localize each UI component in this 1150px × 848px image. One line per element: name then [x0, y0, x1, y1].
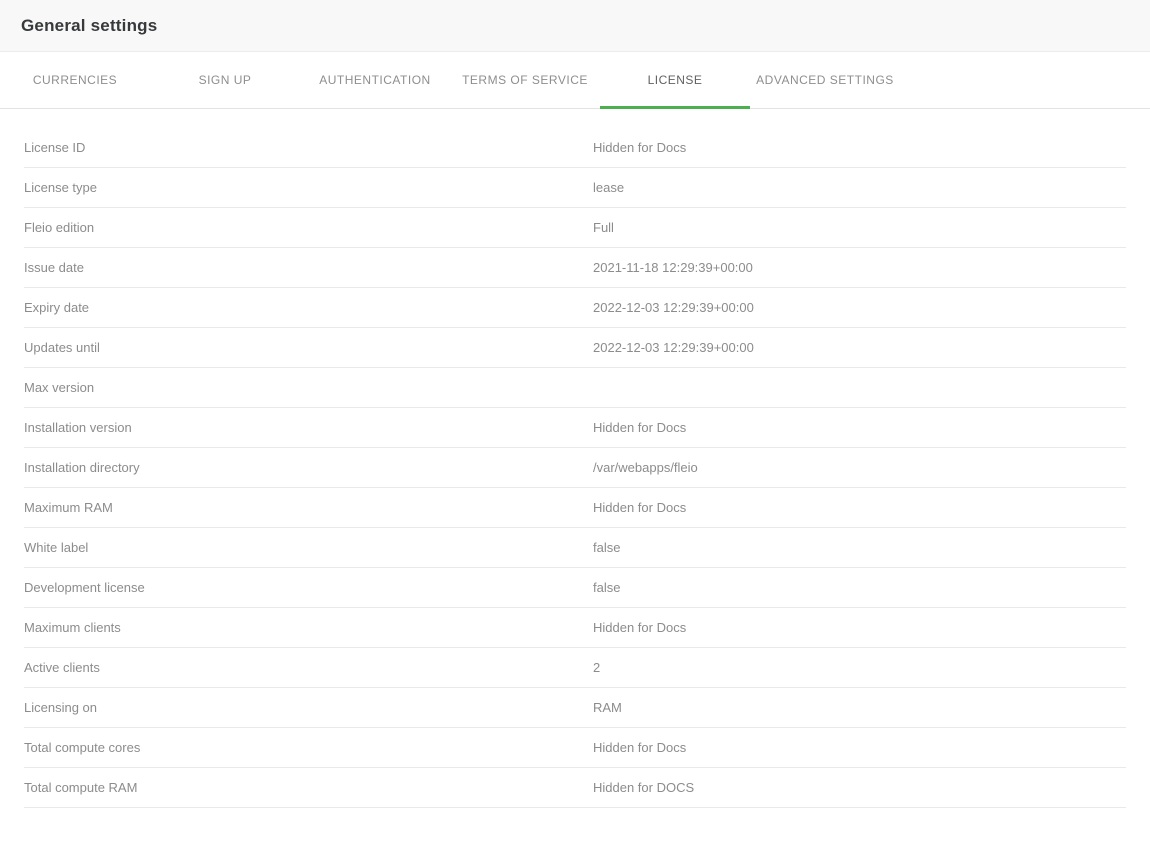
row-label: License ID — [24, 140, 593, 155]
row-label: White label — [24, 540, 593, 555]
row-label: Development license — [24, 580, 593, 595]
row-value: false — [593, 540, 1126, 555]
row-value: Full — [593, 220, 1126, 235]
row-value: /var/webapps/fleio — [593, 460, 1126, 475]
table-row-active-clients: Active clients 2 — [24, 648, 1126, 688]
tab-advanced-settings[interactable]: ADVANCED SETTINGS — [750, 52, 900, 108]
row-value: lease — [593, 180, 1126, 195]
row-value: false — [593, 580, 1126, 595]
row-label: License type — [24, 180, 593, 195]
table-row-licensing-on: Licensing on RAM — [24, 688, 1126, 728]
table-row-installation-version: Installation version Hidden for Docs — [24, 408, 1126, 448]
row-value: Hidden for Docs — [593, 620, 1126, 635]
table-row-total-compute-ram: Total compute RAM Hidden for DOCS — [24, 768, 1126, 808]
tab-sign-up[interactable]: SIGN UP — [150, 52, 300, 108]
row-value: 2 — [593, 660, 1126, 675]
tab-currencies[interactable]: CURRENCIES — [0, 52, 150, 108]
table-row-maximum-ram: Maximum RAM Hidden for Docs — [24, 488, 1126, 528]
tab-label: LICENSE — [648, 73, 703, 87]
row-label: Maximum RAM — [24, 500, 593, 515]
table-row-max-version: Max version — [24, 368, 1126, 408]
settings-tab-bar: CURRENCIES SIGN UP AUTHENTICATION TERMS … — [0, 52, 1150, 109]
row-label: Max version — [24, 380, 593, 395]
row-value: Hidden for Docs — [593, 140, 1126, 155]
row-value: 2022-12-03 12:29:39+00:00 — [593, 340, 1126, 355]
row-value: Hidden for Docs — [593, 500, 1126, 515]
table-row-issue-date: Issue date 2021-11-18 12:29:39+00:00 — [24, 248, 1126, 288]
row-value: Hidden for Docs — [593, 420, 1126, 435]
row-label: Total compute RAM — [24, 780, 593, 795]
tab-label: CURRENCIES — [33, 73, 117, 87]
row-label: Updates until — [24, 340, 593, 355]
table-row-total-compute-cores: Total compute cores Hidden for Docs — [24, 728, 1126, 768]
row-label: Installation directory — [24, 460, 593, 475]
license-info-table: License ID Hidden for Docs License type … — [24, 128, 1126, 808]
tab-terms-of-service[interactable]: TERMS OF SERVICE — [450, 52, 600, 108]
table-row-development-license: Development license false — [24, 568, 1126, 608]
row-label: Maximum clients — [24, 620, 593, 635]
table-row-license-type: License type lease — [24, 168, 1126, 208]
active-tab-indicator — [600, 106, 750, 109]
table-row-maximum-clients: Maximum clients Hidden for Docs — [24, 608, 1126, 648]
tab-authentication[interactable]: AUTHENTICATION — [300, 52, 450, 108]
row-label: Installation version — [24, 420, 593, 435]
table-row-installation-directory: Installation directory /var/webapps/flei… — [24, 448, 1126, 488]
table-row-fleio-edition: Fleio edition Full — [24, 208, 1126, 248]
row-label: Issue date — [24, 260, 593, 275]
row-label: Active clients — [24, 660, 593, 675]
row-label: Fleio edition — [24, 220, 593, 235]
tab-label: SIGN UP — [199, 73, 252, 87]
page-title: General settings — [21, 16, 157, 36]
tab-label: ADVANCED SETTINGS — [756, 73, 894, 87]
table-row-white-label: White label false — [24, 528, 1126, 568]
tab-label: AUTHENTICATION — [319, 73, 430, 87]
row-label: Licensing on — [24, 700, 593, 715]
table-row-updates-until: Updates until 2022-12-03 12:29:39+00:00 — [24, 328, 1126, 368]
tab-label: TERMS OF SERVICE — [462, 73, 588, 87]
row-value: Hidden for Docs — [593, 740, 1126, 755]
row-value: Hidden for DOCS — [593, 780, 1126, 795]
row-label: Total compute cores — [24, 740, 593, 755]
app-header: General settings — [0, 0, 1150, 52]
table-row-expiry-date: Expiry date 2022-12-03 12:29:39+00:00 — [24, 288, 1126, 328]
row-value: RAM — [593, 700, 1126, 715]
table-row-license-id: License ID Hidden for Docs — [24, 128, 1126, 168]
row-value: 2021-11-18 12:29:39+00:00 — [593, 260, 1126, 275]
row-label: Expiry date — [24, 300, 593, 315]
tab-license[interactable]: LICENSE — [600, 52, 750, 108]
row-value: 2022-12-03 12:29:39+00:00 — [593, 300, 1126, 315]
